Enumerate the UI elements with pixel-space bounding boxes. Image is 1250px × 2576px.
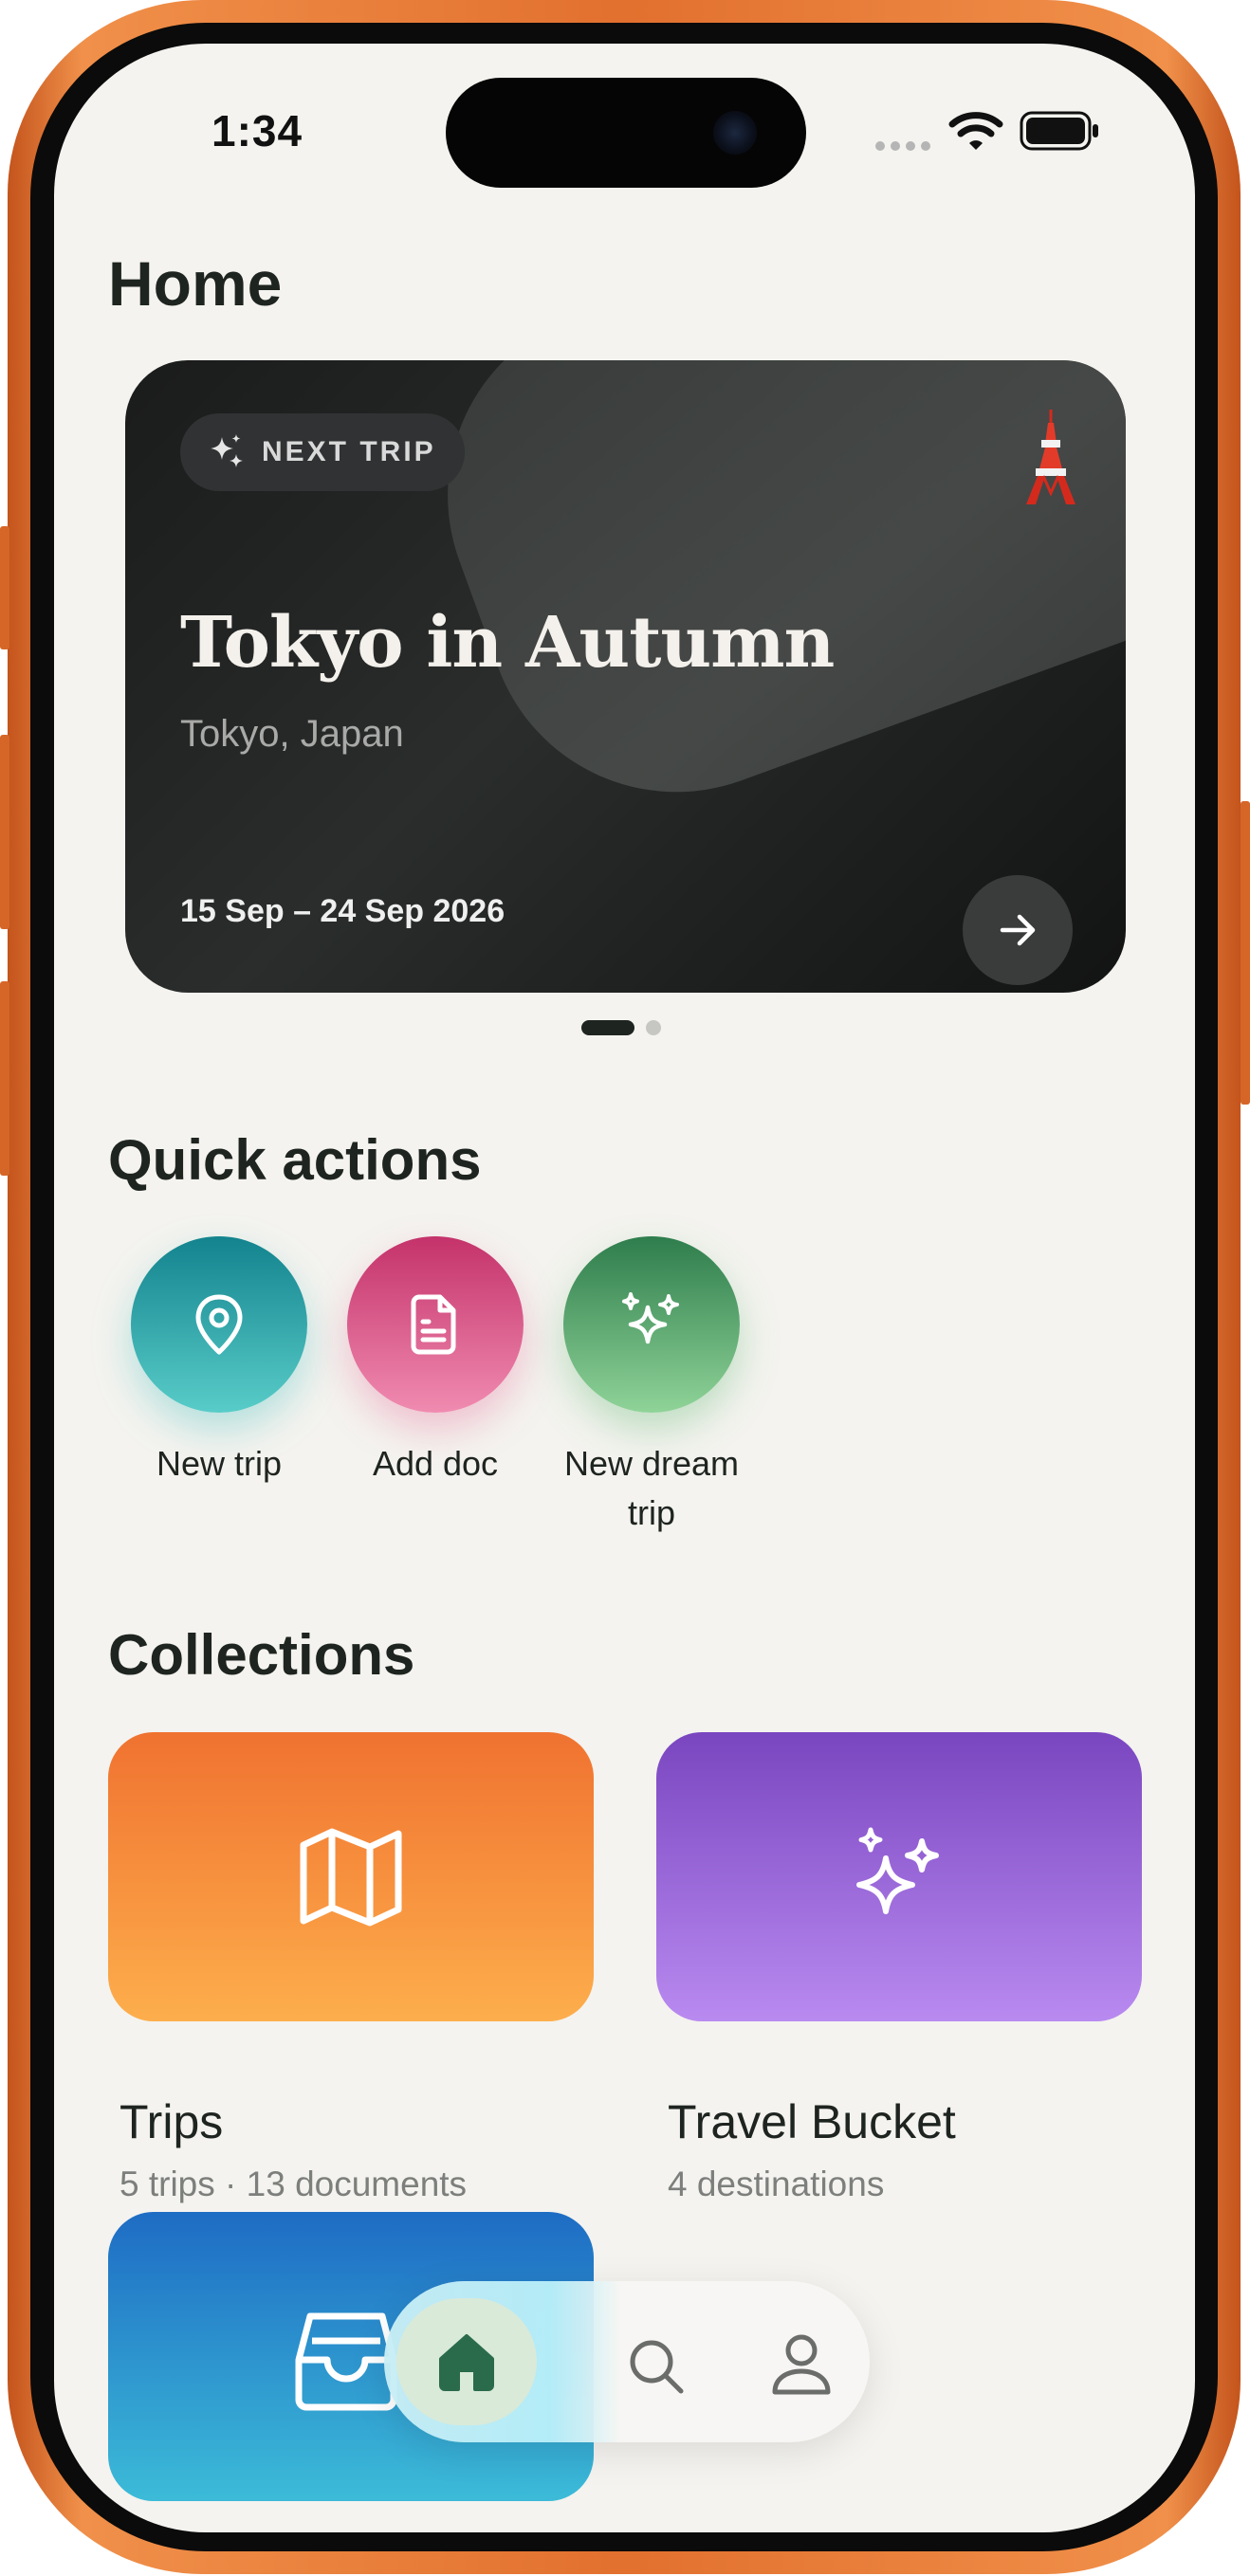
camera-icon <box>713 111 757 155</box>
volume-up-button <box>0 735 9 929</box>
new-dream-trip-button[interactable] <box>563 1236 740 1413</box>
document-icon <box>411 1294 456 1355</box>
cellular-signal-icon <box>875 141 930 151</box>
search-icon <box>630 2340 684 2394</box>
collection-trips-card[interactable] <box>108 1732 594 2021</box>
trip-dates: 15 Sep – 24 Sep 2026 <box>180 893 506 929</box>
collection-name: Travel Bucket <box>668 2095 956 2148</box>
open-trip-button[interactable] <box>963 875 1073 985</box>
quick-action-label: Add doc <box>372 1444 499 1483</box>
wifi-icon <box>948 112 1003 150</box>
collection-meta: 4 destinations <box>668 2165 885 2203</box>
carousel-dot-active[interactable] <box>581 1020 634 1035</box>
arrow-right-icon <box>1000 914 1036 946</box>
tab-profile[interactable] <box>763 2327 839 2402</box>
quick-actions-title: Quick actions <box>108 1128 482 1192</box>
add-doc-button[interactable] <box>347 1236 524 1413</box>
carousel-dot[interactable] <box>646 1020 661 1035</box>
quick-action-new-dream-trip[interactable]: New dream trip <box>542 1236 761 1538</box>
dynamic-island <box>446 78 806 188</box>
collection-meta: 5 trips · 13 documents <box>119 2165 468 2203</box>
new-trip-button[interactable] <box>131 1236 307 1413</box>
volume-down-button <box>0 981 9 1176</box>
tab-home[interactable] <box>396 2298 537 2425</box>
collection-name: Trips <box>119 2095 224 2148</box>
carousel-indicator[interactable] <box>581 1020 661 1035</box>
quick-action-new-trip[interactable]: New trip <box>110 1236 328 1489</box>
battery-icon <box>1020 111 1098 151</box>
tokyo-tower-icon <box>1026 410 1075 504</box>
trip-title: Tokyo in Autumn <box>180 602 835 684</box>
page-title: Home <box>108 248 283 319</box>
sparkles-icon <box>856 1827 939 1914</box>
collections-title: Collections <box>108 1623 415 1687</box>
next-trip-card[interactable]: NEXT TRIP Tokyo in Autumn Tokyo, Japan 1… <box>125 360 1126 993</box>
map-icon <box>300 1828 402 1926</box>
map-pin-icon <box>195 1294 243 1355</box>
collection-travel-bucket-card[interactable] <box>656 1732 1142 2021</box>
user-icon <box>772 2334 831 2395</box>
next-trip-badge: NEXT TRIP <box>180 413 465 491</box>
badge-label: NEXT TRIP <box>262 436 436 467</box>
screen: 1:34 Home NEXT TRIP Tokyo in Autumn Toky… <box>54 44 1195 2532</box>
sparkles-icon <box>211 434 243 467</box>
status-time: 1:34 <box>211 106 303 155</box>
trip-location: Tokyo, Japan <box>180 713 404 755</box>
quick-action-label: New trip <box>156 1444 283 1483</box>
quick-action-add-doc[interactable]: Add doc <box>326 1236 544 1489</box>
quick-action-label: New dream trip <box>563 1444 740 1532</box>
action-button <box>0 526 9 649</box>
tab-search[interactable] <box>618 2329 694 2404</box>
power-button <box>1241 801 1250 1105</box>
home-icon <box>439 2334 494 2391</box>
sparkles-icon <box>622 1292 679 1344</box>
